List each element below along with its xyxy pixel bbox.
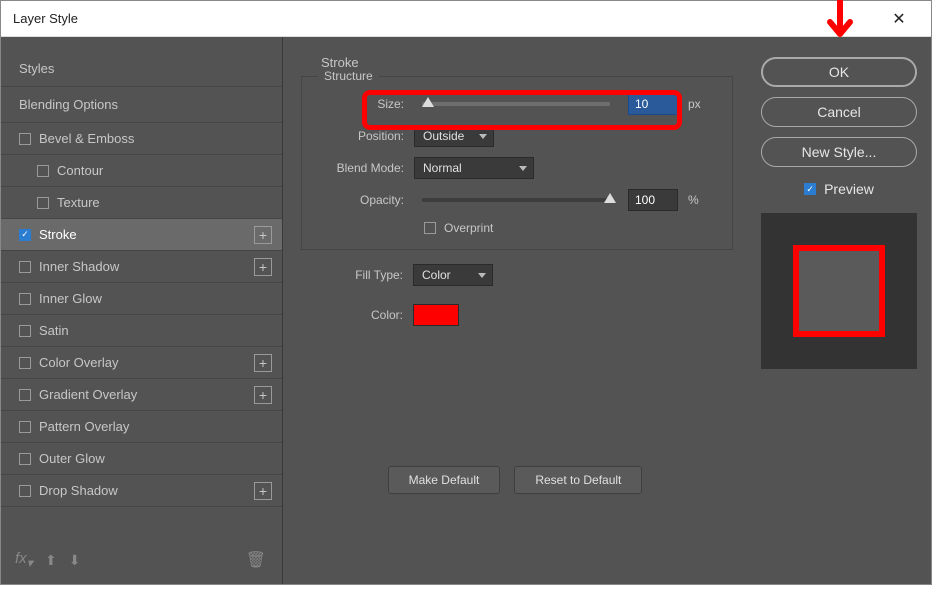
fx-icon[interactable]: fx▾ xyxy=(15,550,33,570)
sidebar-item-drop-shadow[interactable]: Drop Shadow + xyxy=(1,475,282,507)
size-input[interactable] xyxy=(628,93,678,115)
sidebar-footer: fx▾ ⬆ ⬇ 🗑 xyxy=(1,540,282,584)
reset-default-button[interactable]: Reset to Default xyxy=(514,466,642,494)
color-row: Color: xyxy=(321,304,713,326)
position-value: Outside xyxy=(423,129,464,143)
blendmode-select[interactable]: Normal xyxy=(414,157,534,179)
new-style-button[interactable]: New Style... xyxy=(761,137,917,167)
sidebar-styles-header[interactable]: Styles xyxy=(1,57,282,87)
sidebar-item-texture[interactable]: Texture xyxy=(1,187,282,219)
window-title: Layer Style xyxy=(13,11,78,26)
sidebar-item-color-overlay[interactable]: Color Overlay + xyxy=(1,347,282,379)
sidebar-item-bevel-emboss[interactable]: Bevel & Emboss xyxy=(1,123,282,155)
sidebar-item-inner-shadow[interactable]: Inner Shadow + xyxy=(1,251,282,283)
effect-label: Stroke xyxy=(39,227,77,242)
size-slider[interactable] xyxy=(422,102,610,106)
effect-checkbox[interactable] xyxy=(19,261,31,273)
position-row: Position: Outside xyxy=(322,125,712,147)
sidebar-item-gradient-overlay[interactable]: Gradient Overlay + xyxy=(1,379,282,411)
effect-label: Color Overlay xyxy=(39,355,118,370)
effect-label: Texture xyxy=(57,195,100,210)
filltype-value: Color xyxy=(422,268,451,282)
effect-label: Inner Shadow xyxy=(39,259,119,274)
overprint-checkbox[interactable] xyxy=(424,222,436,234)
ok-button[interactable]: OK xyxy=(761,57,917,87)
effect-label: Satin xyxy=(39,323,69,338)
opacity-slider[interactable] xyxy=(422,198,610,202)
opacity-row: Opacity: % xyxy=(322,189,712,211)
effect-label: Drop Shadow xyxy=(39,483,118,498)
settings-panel: Stroke Structure Size: px Position: Outs… xyxy=(283,37,747,584)
opacity-input[interactable] xyxy=(628,189,678,211)
effect-label: Bevel & Emboss xyxy=(39,131,134,146)
structure-legend: Structure xyxy=(318,69,379,83)
sidebar-item-pattern-overlay[interactable]: Pattern Overlay xyxy=(1,411,282,443)
default-buttons-row: Make Default Reset to Default xyxy=(283,466,747,494)
sidebar-item-satin[interactable]: Satin xyxy=(1,315,282,347)
effect-checkbox[interactable] xyxy=(19,389,31,401)
effect-checkbox[interactable] xyxy=(37,197,49,209)
effect-checkbox[interactable] xyxy=(19,325,31,337)
opacity-unit: % xyxy=(688,193,712,207)
effect-checkbox[interactable]: ✓ xyxy=(19,229,31,241)
move-up-icon[interactable]: ⬆ xyxy=(45,552,57,569)
add-effect-icon[interactable]: + xyxy=(254,354,272,372)
preview-label: Preview xyxy=(824,181,874,197)
sidebar-item-inner-glow[interactable]: Inner Glow xyxy=(1,283,282,315)
add-effect-icon[interactable]: + xyxy=(254,258,272,276)
blendmode-row: Blend Mode: Normal xyxy=(322,157,712,179)
effect-checkbox[interactable] xyxy=(19,421,31,433)
effect-checkbox[interactable] xyxy=(19,453,31,465)
add-effect-icon[interactable]: + xyxy=(254,482,272,500)
blendmode-value: Normal xyxy=(423,161,462,175)
sidebar-list: Styles Blending Options Bevel & Emboss Co… xyxy=(1,57,282,540)
filltype-select[interactable]: Color xyxy=(413,264,493,286)
preview-checkbox[interactable]: ✓ xyxy=(804,183,816,195)
filltype-row: Fill Type: Color xyxy=(321,264,713,286)
sidebar-blending-header[interactable]: Blending Options xyxy=(1,87,282,123)
make-default-button[interactable]: Make Default xyxy=(388,466,501,494)
add-effect-icon[interactable]: + xyxy=(254,386,272,404)
sidebar-item-stroke[interactable]: ✓ Stroke + xyxy=(1,219,282,251)
overprint-label: Overprint xyxy=(444,221,493,235)
effect-label: Contour xyxy=(57,163,103,178)
close-icon[interactable]: ✕ xyxy=(879,9,919,29)
dialog-body: Styles Blending Options Bevel & Emboss Co… xyxy=(1,37,931,584)
effect-checkbox[interactable] xyxy=(19,133,31,145)
size-unit: px xyxy=(688,97,712,111)
opacity-label: Opacity: xyxy=(322,193,404,207)
position-select[interactable]: Outside xyxy=(414,125,494,147)
effect-label: Outer Glow xyxy=(39,451,105,466)
preview-toggle[interactable]: ✓ Preview xyxy=(761,181,917,197)
color-label: Color: xyxy=(321,308,403,322)
size-row: Size: px xyxy=(322,93,712,115)
effect-checkbox[interactable] xyxy=(19,485,31,497)
layer-style-dialog: Layer Style ✕ Styles Blending Options Be… xyxy=(0,0,932,585)
structure-fieldset: Structure Size: px Position: Outside Ble… xyxy=(301,76,733,250)
add-effect-icon[interactable]: + xyxy=(254,226,272,244)
fill-fieldset: Fill Type: Color Color: xyxy=(301,264,733,350)
preview-swatch xyxy=(793,245,885,337)
size-label: Size: xyxy=(322,97,404,111)
overprint-row[interactable]: Overprint xyxy=(424,221,712,235)
cancel-button[interactable]: Cancel xyxy=(761,97,917,127)
right-panel: OK Cancel New Style... ✓ Preview xyxy=(747,37,931,584)
blendmode-label: Blend Mode: xyxy=(322,161,404,175)
titlebar: Layer Style ✕ xyxy=(1,1,931,37)
effect-checkbox[interactable] xyxy=(37,165,49,177)
effect-checkbox[interactable] xyxy=(19,357,31,369)
trash-icon[interactable]: 🗑 xyxy=(246,550,266,570)
sidebar: Styles Blending Options Bevel & Emboss Co… xyxy=(1,37,283,584)
effect-label: Inner Glow xyxy=(39,291,102,306)
sidebar-item-outer-glow[interactable]: Outer Glow xyxy=(1,443,282,475)
color-swatch[interactable] xyxy=(413,304,459,326)
position-label: Position: xyxy=(322,129,404,143)
effect-label: Gradient Overlay xyxy=(39,387,137,402)
preview-box xyxy=(761,213,917,369)
sidebar-item-contour[interactable]: Contour xyxy=(1,155,282,187)
move-down-icon[interactable]: ⬇ xyxy=(69,552,81,569)
effect-checkbox[interactable] xyxy=(19,293,31,305)
filltype-label: Fill Type: xyxy=(321,268,403,282)
effect-label: Pattern Overlay xyxy=(39,419,129,434)
